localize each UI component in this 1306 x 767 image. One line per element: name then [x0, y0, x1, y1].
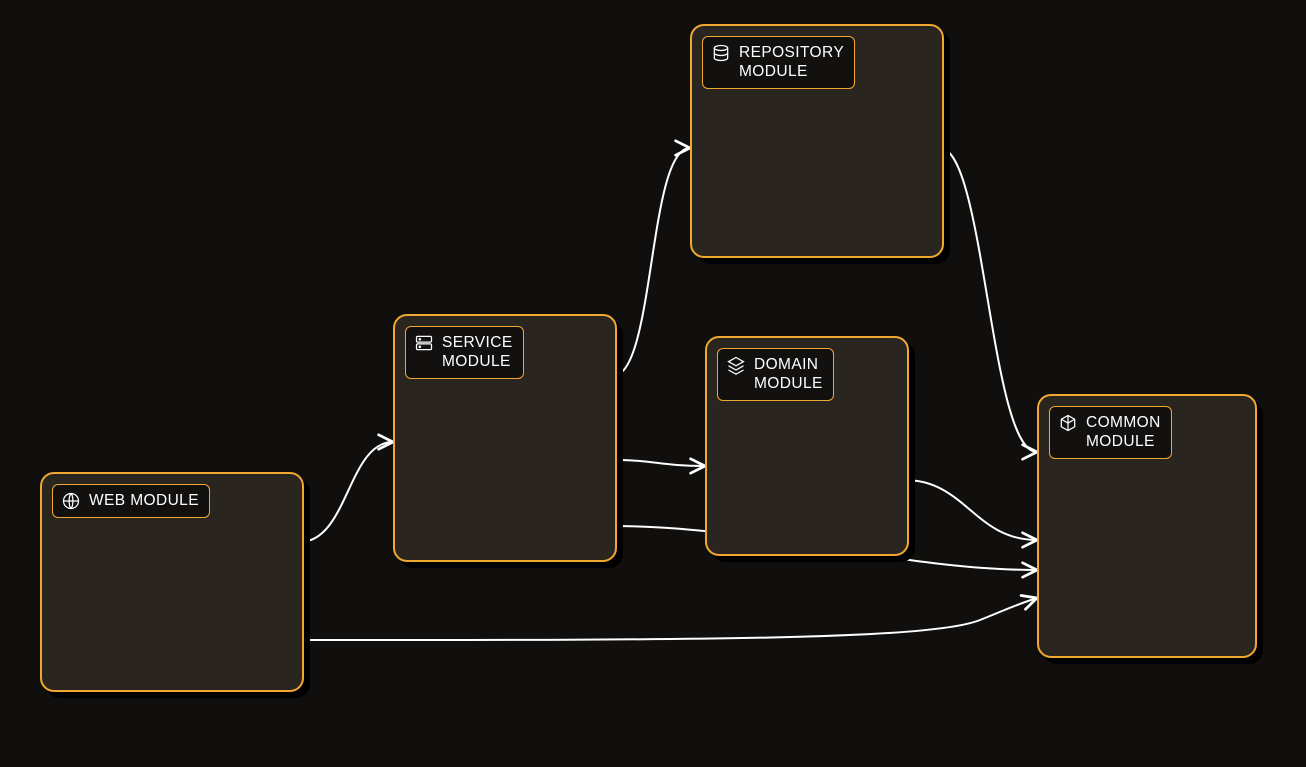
layers-icon: [726, 355, 746, 375]
node-repository-title: REPOSITORY MODULE: [702, 36, 855, 89]
node-domain-label: DOMAIN MODULE: [754, 355, 823, 394]
node-common-title: COMMON MODULE: [1049, 406, 1172, 459]
server-icon: [414, 333, 434, 353]
database-icon: [711, 43, 731, 63]
cube-icon: [1058, 413, 1078, 433]
node-web: WEB MODULE: [40, 472, 304, 692]
node-web-title: WEB MODULE: [52, 484, 210, 518]
globe-icon: [61, 491, 81, 511]
link-web-common: [300, 598, 1037, 640]
link-domain-common: [905, 480, 1037, 540]
link-service-repository: [613, 148, 690, 376]
link-service-domain: [613, 460, 705, 466]
node-service-title: SERVICE MODULE: [405, 326, 524, 379]
node-domain-title: DOMAIN MODULE: [717, 348, 834, 401]
node-repository: REPOSITORY MODULE: [690, 24, 944, 258]
node-domain: DOMAIN MODULE: [705, 336, 909, 556]
node-repository-label: REPOSITORY MODULE: [739, 43, 844, 82]
node-service: SERVICE MODULE: [393, 314, 617, 562]
node-common-label: COMMON MODULE: [1086, 413, 1161, 452]
node-common: COMMON MODULE: [1037, 394, 1257, 658]
diagram-canvas: WEB MODULE SERVICE MODULE REPOSITORY MOD…: [0, 0, 1306, 767]
node-service-label: SERVICE MODULE: [442, 333, 513, 372]
node-web-label: WEB MODULE: [89, 491, 199, 510]
link-web-service: [300, 442, 393, 542]
link-repository-common: [940, 148, 1037, 452]
